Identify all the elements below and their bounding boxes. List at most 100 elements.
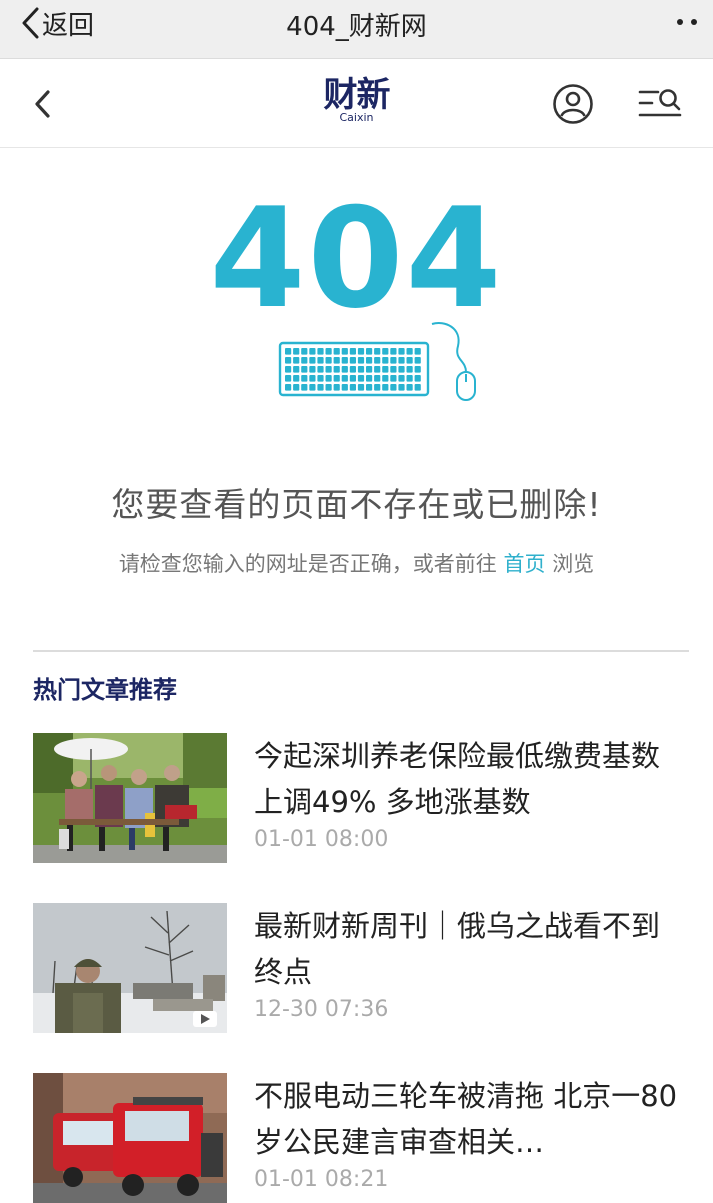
article-title[interactable]: 不服电动三轮车被清拖 北京一80岁公民建言审查相关… [254, 1073, 684, 1165]
more-options-button[interactable] [647, 8, 697, 36]
keyboard-key [301, 366, 308, 373]
article-item[interactable]: 最新财新周刊｜俄乌之战看不到终点 12-30 07:36 [33, 903, 689, 1033]
caixin-logo[interactable]: 财新 Caixin [0, 75, 713, 124]
keyboard-key [357, 375, 365, 382]
keyboard-key [341, 375, 348, 382]
home-link[interactable]: 首页 [504, 552, 546, 576]
error-illustration: 404 [0, 148, 713, 420]
keyboard-key [414, 348, 421, 355]
keyboard-key [293, 366, 300, 373]
keyboard-key [285, 375, 292, 382]
keyboard-key [325, 375, 332, 382]
keyboard-key [357, 384, 365, 391]
keyboard-key [382, 348, 389, 355]
keyboard-key [325, 348, 332, 355]
keyboard-key [414, 384, 421, 391]
elderly-people-photo [33, 733, 227, 863]
keyboard-key [325, 384, 332, 391]
keyboard-key [366, 384, 373, 391]
keyboard-key [374, 357, 381, 364]
keyboard-key [285, 348, 292, 355]
keyboard-key [414, 375, 421, 382]
article-title[interactable]: 最新财新周刊｜俄乌之战看不到终点 [254, 903, 684, 995]
keyboard-key [349, 357, 356, 364]
keyboard-key [366, 375, 373, 382]
keyboard-key [406, 384, 413, 391]
keyboard-key [293, 375, 300, 382]
keyboard-key [317, 375, 324, 382]
keyboard-key [398, 366, 405, 373]
keyboard-key [285, 384, 292, 391]
article-thumbnail[interactable] [33, 733, 227, 863]
soldier-in-snow-photo [33, 903, 227, 1033]
wechat-top-bar: 返回 404_财新网 [0, 0, 713, 59]
keyboard-key [374, 384, 381, 391]
keyboard-key [333, 375, 340, 382]
keyboard-key [341, 348, 348, 355]
article-thumbnail[interactable] [33, 903, 227, 1033]
keyboard-key [382, 375, 389, 382]
keyboard-key [349, 384, 356, 391]
article-item[interactable]: 今起深圳养老保险最低缴费基数上调49% 多地涨基数 01-01 08:00 [33, 733, 689, 863]
keyboard-key [301, 357, 308, 364]
keyboard-key [293, 357, 300, 364]
error-title: 您要查看的页面不存在或已删除! [111, 485, 602, 524]
site-header: 财新 Caixin [0, 59, 713, 148]
keyboard-key [366, 348, 373, 355]
keyboard-key [374, 375, 381, 382]
keyboard-key [398, 375, 405, 382]
keyboard-key [293, 384, 300, 391]
search-menu-button[interactable] [638, 85, 684, 123]
keyboard-key [285, 366, 292, 373]
article-time: 01-01 08:00 [254, 827, 389, 852]
keyboard-key [309, 357, 316, 364]
keyboard-key [317, 348, 324, 355]
keyboard-key [406, 348, 413, 355]
user-icon [553, 84, 593, 124]
keyboard-key [374, 366, 381, 373]
keyboard-key [398, 384, 405, 391]
keyboard-key [406, 357, 413, 364]
keyboard-key [382, 366, 389, 373]
article-thumbnail[interactable] [33, 1073, 227, 1203]
keyboard-key [349, 348, 356, 355]
hint-text-after: 浏览 [552, 552, 595, 576]
article-time: 12-30 07:36 [254, 997, 389, 1022]
keyboard-key [341, 357, 348, 364]
keyboard-key [309, 384, 316, 391]
keyboard-key [357, 348, 365, 355]
keyboard-key [366, 366, 373, 373]
keyboard-key [325, 357, 332, 364]
error-hint: 请检查您输入的网址是否正确，或者前往 首页 浏览 [0, 548, 713, 578]
keyboard-key [309, 366, 316, 373]
keyboard-key [325, 366, 332, 373]
article-item[interactable]: 不服电动三轮车被清拖 北京一80岁公民建言审查相关… 01-01 08:21 [33, 1073, 689, 1203]
keyboard-key [390, 357, 397, 364]
logo-english-text: Caixin [339, 111, 374, 124]
keyboard-key [333, 348, 340, 355]
keyboard-key [398, 348, 405, 355]
keyboard-key [349, 375, 356, 382]
keyboard-key [357, 366, 365, 373]
keyboard-key [309, 375, 316, 382]
more-dots-icon [691, 19, 697, 25]
keyboard-key [374, 348, 381, 355]
keyboard-key [285, 357, 292, 364]
more-dots-icon [677, 19, 683, 25]
keyboard-key [317, 384, 324, 391]
keyboard-mouse-icon [278, 322, 476, 401]
keyboard-key [414, 366, 421, 373]
keyboard-key [357, 357, 365, 364]
keyboard-key [341, 384, 348, 391]
keyboard-key [390, 366, 397, 373]
user-account-button[interactable] [552, 83, 594, 125]
keyboard-key [309, 348, 316, 355]
keyboard-key [366, 357, 373, 364]
logo-chinese-text: 财新 [323, 75, 391, 115]
section-divider [33, 650, 689, 652]
keyboard-key [333, 366, 340, 373]
keyboard-key [398, 357, 405, 364]
keyboard-key [349, 366, 356, 373]
article-time: 01-01 08:21 [254, 1167, 389, 1192]
article-title[interactable]: 今起深圳养老保险最低缴费基数上调49% 多地涨基数 [254, 733, 684, 825]
